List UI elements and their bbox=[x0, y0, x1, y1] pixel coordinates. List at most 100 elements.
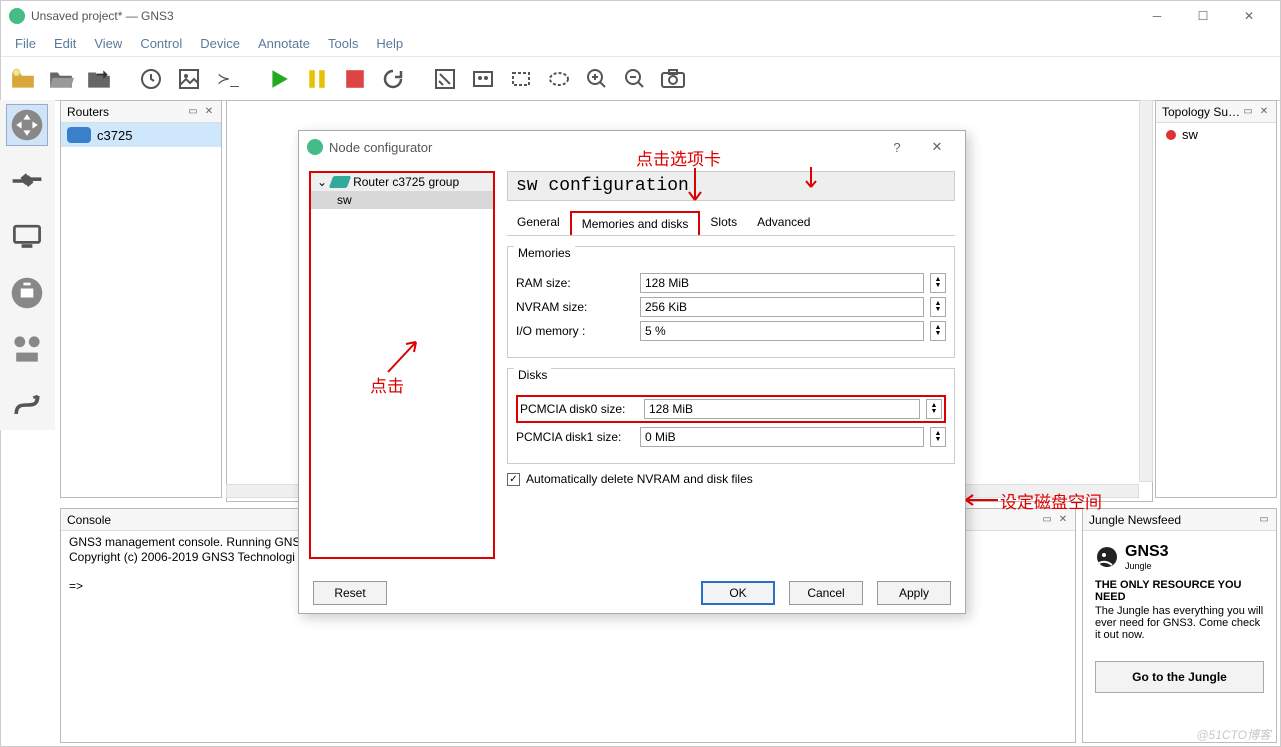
insert-image-icon[interactable] bbox=[469, 65, 497, 93]
disk1-size-input[interactable]: 0 MiB bbox=[640, 427, 924, 447]
start-all-icon[interactable] bbox=[265, 65, 293, 93]
console-icon[interactable]: ≻_ bbox=[213, 65, 241, 93]
zoom-in-icon[interactable] bbox=[583, 65, 611, 93]
topology-node-label: sw bbox=[1182, 127, 1198, 142]
gns3-logo: GNS3Jungle bbox=[1095, 543, 1264, 571]
annotate-note-icon[interactable] bbox=[431, 65, 459, 93]
auto-delete-checkbox[interactable]: ✓ Automatically delete NVRAM and disk fi… bbox=[507, 472, 955, 486]
menu-help[interactable]: Help bbox=[368, 34, 411, 53]
dock-all-devices-icon[interactable] bbox=[6, 328, 48, 370]
menu-file[interactable]: File bbox=[7, 34, 44, 53]
panel-float-icon[interactable]: ▭ bbox=[1041, 514, 1053, 526]
config-heading: sw configuration bbox=[507, 171, 955, 201]
new-project-icon[interactable] bbox=[9, 65, 37, 93]
panel-float-icon[interactable]: ▭ bbox=[1242, 106, 1254, 118]
router-icon bbox=[67, 127, 91, 143]
open-project-icon[interactable] bbox=[47, 65, 75, 93]
nvram-size-input[interactable]: 256 KiB bbox=[640, 297, 924, 317]
annotation-arrow-diag bbox=[384, 336, 424, 376]
menu-edit[interactable]: Edit bbox=[46, 34, 84, 53]
dock-switches-icon[interactable] bbox=[6, 160, 48, 202]
dock-routers-icon[interactable] bbox=[6, 104, 48, 146]
menu-view[interactable]: View bbox=[86, 34, 130, 53]
snapshot-icon[interactable] bbox=[175, 65, 203, 93]
io-memory-label: I/O memory : bbox=[516, 324, 634, 338]
canvas-vscrollbar[interactable] bbox=[1139, 100, 1153, 482]
menu-bar: File Edit View Control Device Annotate T… bbox=[1, 31, 1280, 57]
annotation-arrow-down bbox=[686, 166, 704, 210]
tab-slots[interactable]: Slots bbox=[700, 211, 747, 235]
pause-all-icon[interactable] bbox=[303, 65, 331, 93]
io-memory-input[interactable]: 5 % bbox=[640, 321, 924, 341]
routers-panel: Routers ▭✕ c3725 bbox=[60, 100, 222, 498]
disk1-spinner[interactable]: ▲▼ bbox=[930, 427, 946, 447]
stop-all-icon[interactable] bbox=[341, 65, 369, 93]
disk1-label: PCMCIA disk1 size: bbox=[516, 430, 634, 444]
menu-control[interactable]: Control bbox=[132, 34, 190, 53]
newsfeed-headline: THE ONLY RESOURCE YOU NEED bbox=[1095, 579, 1264, 603]
chevron-down-icon: ⌄ bbox=[317, 175, 327, 189]
apply-button[interactable]: Apply bbox=[877, 581, 951, 605]
tree-group[interactable]: ⌄ Router c3725 group bbox=[311, 173, 493, 191]
newsfeed-body: The Jungle has everything you will ever … bbox=[1095, 605, 1264, 641]
reset-button[interactable]: Reset bbox=[313, 581, 387, 605]
panel-close-icon[interactable]: ✕ bbox=[1057, 514, 1069, 526]
annotation-tab-hint: 点击选项卡 bbox=[636, 145, 721, 170]
screenshot-icon[interactable] bbox=[659, 65, 687, 93]
restart-icon[interactable] bbox=[379, 65, 407, 93]
window-titlebar: Unsaved project* — GNS3 ─ ☐ ✕ bbox=[1, 1, 1280, 31]
save-project-icon[interactable] bbox=[85, 65, 113, 93]
ram-size-input[interactable]: 128 MiB bbox=[640, 273, 924, 293]
newsfeed-title: Jungle Newsfeed bbox=[1089, 513, 1181, 527]
menu-annotate[interactable]: Annotate bbox=[250, 34, 318, 53]
maximize-button[interactable]: ☐ bbox=[1180, 1, 1226, 31]
tab-memories-and-disks[interactable]: Memories and disks bbox=[570, 211, 701, 235]
router-item-label: c3725 bbox=[97, 128, 132, 143]
app-icon bbox=[9, 8, 25, 24]
toolbar: ≻_ bbox=[1, 57, 1280, 101]
draw-ellipse-icon[interactable] bbox=[545, 65, 573, 93]
dock-security-icon[interactable] bbox=[6, 272, 48, 314]
tab-advanced[interactable]: Advanced bbox=[747, 211, 820, 235]
panel-close-icon[interactable]: ✕ bbox=[203, 106, 215, 118]
disk0-spinner[interactable]: ▲▼ bbox=[926, 399, 942, 419]
status-stopped-icon bbox=[1166, 130, 1176, 140]
nvram-label: NVRAM size: bbox=[516, 300, 634, 314]
dock-link-icon[interactable] bbox=[6, 384, 48, 426]
panel-float-icon[interactable]: ▭ bbox=[187, 106, 199, 118]
router-template-item[interactable]: c3725 bbox=[61, 123, 221, 147]
memories-group: Memories RAM size: 128 MiB ▲▼ NVRAM size… bbox=[507, 246, 955, 358]
menu-device[interactable]: Device bbox=[192, 34, 248, 53]
ram-label: RAM size: bbox=[516, 276, 634, 290]
dialog-icon bbox=[307, 139, 323, 155]
minimize-button[interactable]: ─ bbox=[1134, 1, 1180, 31]
topology-panel: Topology Su… ▭ ✕ sw bbox=[1155, 100, 1277, 498]
dock-end-devices-icon[interactable] bbox=[6, 216, 48, 258]
go-to-jungle-button[interactable]: Go to the Jungle bbox=[1095, 661, 1264, 693]
panel-close-icon[interactable]: ✕ bbox=[1258, 106, 1270, 118]
tab-general[interactable]: General bbox=[507, 211, 570, 235]
io-memory-spinner[interactable]: ▲▼ bbox=[930, 321, 946, 341]
dialog-title: Node configurator bbox=[329, 140, 432, 155]
reload-icon[interactable] bbox=[137, 65, 165, 93]
tree-node-sw[interactable]: sw bbox=[311, 191, 493, 209]
menu-tools[interactable]: Tools bbox=[320, 34, 366, 53]
disk0-size-input[interactable]: 128 MiB bbox=[644, 399, 920, 419]
ok-button[interactable]: OK bbox=[701, 581, 775, 605]
nvram-spinner[interactable]: ▲▼ bbox=[930, 297, 946, 317]
disk0-label: PCMCIA disk0 size: bbox=[520, 402, 638, 416]
topology-title: Topology Su… bbox=[1162, 105, 1240, 119]
ram-spinner[interactable]: ▲▼ bbox=[930, 273, 946, 293]
topology-node[interactable]: sw bbox=[1156, 123, 1276, 146]
svg-text:≻_: ≻_ bbox=[217, 71, 239, 88]
cancel-button[interactable]: Cancel bbox=[789, 581, 863, 605]
dialog-close-button[interactable]: ✕ bbox=[917, 139, 957, 155]
window-title: Unsaved project* — GNS3 bbox=[31, 9, 174, 23]
close-button[interactable]: ✕ bbox=[1226, 1, 1272, 31]
draw-rectangle-icon[interactable] bbox=[507, 65, 535, 93]
zoom-out-icon[interactable] bbox=[621, 65, 649, 93]
dialog-help-button[interactable]: ? bbox=[877, 140, 917, 155]
panel-float-icon[interactable]: ▭ bbox=[1258, 514, 1270, 526]
annotation-arrow-left bbox=[960, 493, 1000, 507]
devices-dock bbox=[0, 100, 55, 430]
